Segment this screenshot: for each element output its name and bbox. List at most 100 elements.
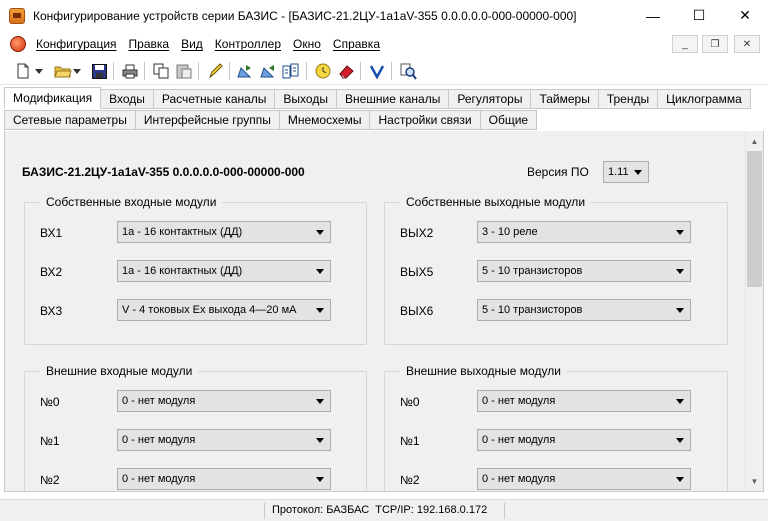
module-select[interactable]: 0 - нет модуля <box>117 390 331 412</box>
compare-config-icon[interactable] <box>282 62 300 80</box>
module-select-value: 0 - нет модуля <box>482 395 556 407</box>
scroll-up-icon[interactable]: ▲ <box>746 133 763 150</box>
clock-icon[interactable] <box>314 62 332 80</box>
tab-timers[interactable]: Таймеры <box>531 89 599 109</box>
module-select-value: 1a - 16 контактных (ДД) <box>122 226 243 238</box>
tab-network-params[interactable]: Сетевые параметры <box>4 110 136 130</box>
toolbar-separator <box>229 62 230 80</box>
check-icon[interactable] <box>368 62 386 80</box>
menu-edit[interactable]: Правка <box>129 37 170 51</box>
paste-icon[interactable] <box>175 62 193 80</box>
tab-inputs[interactable]: Входы <box>101 89 154 109</box>
tab-external-channels[interactable]: Внешние каналы <box>336 89 450 109</box>
tab-calc-channels[interactable]: Расчетные каналы <box>153 89 276 109</box>
copy-icon[interactable] <box>152 62 170 80</box>
erase-icon[interactable] <box>337 62 355 80</box>
module-select[interactable]: 0 - нет модуля <box>117 429 331 451</box>
row-label: ВЫХ5 <box>400 265 434 279</box>
chevron-down-icon <box>316 230 324 235</box>
scrollbar-thumb[interactable] <box>747 151 762 287</box>
chevron-down-icon <box>676 399 684 404</box>
module-select-value: 0 - нет модуля <box>122 434 196 446</box>
protocol-label: Протокол: <box>272 504 324 516</box>
module-select[interactable]: V - 4 токовых Ex выхода 4—20 мА <box>117 299 331 321</box>
document-menu-icon[interactable] <box>10 36 26 52</box>
new-document-icon[interactable] <box>14 62 32 80</box>
menu-controller[interactable]: Контроллер <box>215 37 281 51</box>
status-divider <box>504 503 505 519</box>
menu-view[interactable]: Вид <box>181 37 203 51</box>
chevron-down-icon <box>316 438 324 443</box>
tab-regulators[interactable]: Регуляторы <box>449 89 532 109</box>
module-select-value: 0 - нет модуля <box>482 473 556 485</box>
menu-configuration[interactable]: Конфигурация <box>36 37 117 51</box>
write-config-icon[interactable] <box>259 62 277 80</box>
app-logo-icon <box>9 7 25 24</box>
module-select[interactable]: 0 - нет модуля <box>477 390 691 412</box>
group-title: Собственные входные модули <box>40 195 223 209</box>
tab-mnemonic-schemes[interactable]: Мнемосхемы <box>279 110 371 130</box>
row-label: №1 <box>400 434 420 448</box>
save-icon[interactable] <box>90 62 108 80</box>
row-label: ВХ2 <box>40 265 63 279</box>
menu-bar: Конфигурация Правка Вид Контроллер Окно … <box>0 31 768 57</box>
status-divider <box>264 503 265 519</box>
dropdown-arrow-icon[interactable] <box>34 62 44 80</box>
print-icon[interactable] <box>121 62 139 80</box>
module-select[interactable]: 5 - 10 транзисторов <box>477 299 691 321</box>
open-folder-icon[interactable] <box>54 62 72 80</box>
close-button[interactable]: ✕ <box>722 0 768 31</box>
tab-modification[interactable]: Модификация <box>4 87 102 109</box>
title-bar: Конфигурирование устройств серии БАЗИС -… <box>0 0 768 31</box>
maximize-button[interactable]: ☐ <box>676 0 722 31</box>
vertical-scrollbar[interactable]: ▲ ▼ <box>745 131 763 491</box>
tab-general[interactable]: Общие <box>480 110 538 130</box>
fw-version-select[interactable]: 1.11 <box>603 161 649 183</box>
read-config-icon[interactable] <box>236 62 254 80</box>
menu-help[interactable]: Справка <box>333 37 380 51</box>
tab-cyclogram[interactable]: Циклограмма <box>658 89 751 109</box>
module-select-value: 3 - 10 реле <box>482 226 538 238</box>
menu-window[interactable]: Окно <box>293 37 321 51</box>
chevron-down-icon <box>676 438 684 443</box>
module-select[interactable]: 1a - 16 контактных (ДД) <box>117 221 331 243</box>
toolbar-separator <box>391 62 392 80</box>
search-icon[interactable] <box>399 62 417 80</box>
row-label: №2 <box>40 473 60 487</box>
tab-trends[interactable]: Тренды <box>598 89 659 109</box>
module-select[interactable]: 0 - нет модуля <box>477 468 691 490</box>
toolbar-separator <box>198 62 199 80</box>
mdi-restore-button[interactable]: ❐ <box>702 35 728 53</box>
tab-interface-groups[interactable]: Интерфейсные группы <box>135 110 280 130</box>
module-select[interactable]: 1a - 16 контактных (ДД) <box>117 260 331 282</box>
scroll-down-icon[interactable]: ▼ <box>746 473 763 490</box>
tcp-label: TCP/IP: <box>375 504 414 516</box>
module-select-value: 1a - 16 контактных (ДД) <box>122 265 243 277</box>
group-title: Внешние выходные модули <box>400 364 567 378</box>
module-select[interactable]: 0 - нет модуля <box>477 429 691 451</box>
row-label: ВЫХ6 <box>400 304 434 318</box>
pencil-tool-icon[interactable] <box>206 62 224 80</box>
toolbar-separator <box>144 62 145 80</box>
ext-outputs-group: Внешние выходные модули №0 0 - нет модул… <box>384 364 728 491</box>
tcp-value: 192.168.0.172 <box>416 504 488 516</box>
dropdown-arrow-icon[interactable] <box>72 62 82 80</box>
module-select[interactable]: 5 - 10 транзисторов <box>477 260 691 282</box>
minimize-button[interactable]: — <box>630 0 676 31</box>
module-select[interactable]: 0 - нет модуля <box>117 468 331 490</box>
chevron-down-icon <box>316 477 324 482</box>
toolbar-separator <box>360 62 361 80</box>
connection-status: Протокол: БАЗБАС TCP/IP: 192.168.0.172 <box>272 504 487 516</box>
group-title: Собственные выходные модули <box>400 195 592 209</box>
mdi-minimize-button[interactable]: _ <box>672 35 698 53</box>
row-label: №2 <box>400 473 420 487</box>
module-select[interactable]: 3 - 10 реле <box>477 221 691 243</box>
row-label: №0 <box>40 395 60 409</box>
chevron-down-icon <box>316 399 324 404</box>
row-label: №1 <box>40 434 60 448</box>
tab-outputs[interactable]: Выходы <box>275 89 337 109</box>
mdi-close-button[interactable]: ✕ <box>734 35 760 53</box>
tab-connection-settings[interactable]: Настройки связи <box>370 110 481 130</box>
status-bar: Протокол: БАЗБАС TCP/IP: 192.168.0.172 <box>0 499 768 521</box>
module-select-value: 0 - нет модуля <box>122 473 196 485</box>
